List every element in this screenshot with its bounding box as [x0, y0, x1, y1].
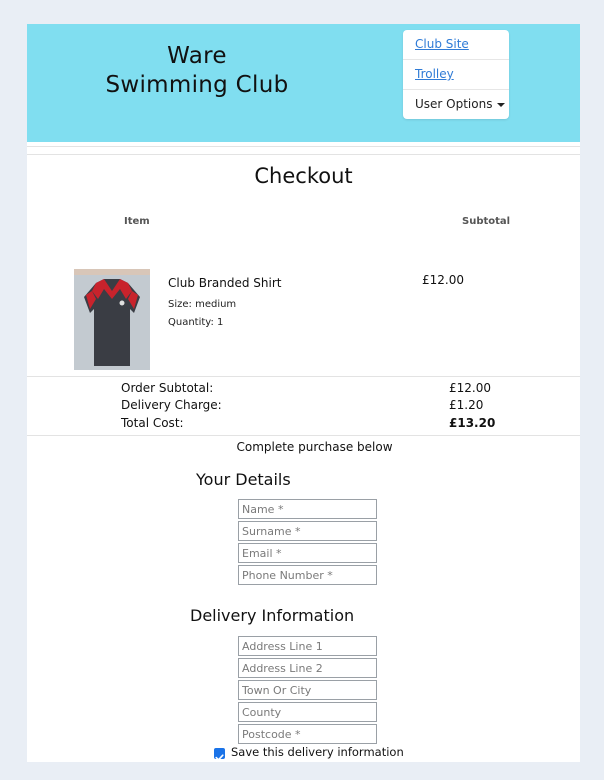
order-subtotal-value: £12.00	[449, 381, 491, 395]
delivery-charge-label: Delivery Charge:	[121, 398, 222, 412]
delivery-charge-value: £1.20	[449, 398, 484, 412]
nav-item-trolley: Trolley	[403, 60, 509, 90]
nav-menu: Club Site Trolley User Options	[403, 30, 509, 119]
surname-field[interactable]	[238, 521, 377, 541]
page-container: Ware Swimming Club Club Site Trolley Use…	[27, 24, 580, 762]
product-quantity: Quantity: 1	[168, 317, 224, 328]
brand-logo[interactable]: Ware Swimming Club	[102, 42, 292, 100]
page-title: Checkout	[254, 164, 353, 188]
email-field[interactable]	[238, 543, 377, 563]
town-or-city-field[interactable]	[238, 680, 377, 700]
brand-line-2: Swimming Club	[105, 72, 289, 98]
site-header: Ware Swimming Club Club Site Trolley Use…	[27, 24, 580, 142]
name-field[interactable]	[238, 499, 377, 519]
divider	[27, 146, 580, 147]
save-delivery-checkbox[interactable]	[214, 748, 225, 761]
product-size: Size: medium	[168, 299, 237, 310]
divider	[27, 376, 580, 377]
trolley-link[interactable]: Trolley	[415, 67, 454, 81]
total-cost-label: Total Cost:	[121, 416, 184, 430]
order-subtotal-label: Order Subtotal:	[121, 381, 214, 395]
column-header-subtotal: Subtotal	[462, 216, 511, 227]
column-header-item: Item	[124, 216, 150, 227]
user-options-dropdown[interactable]: User Options	[403, 90, 509, 119]
your-details-heading: Your Details	[196, 470, 291, 489]
address-line-1-field[interactable]	[238, 636, 377, 656]
user-options-label: User Options	[415, 97, 493, 111]
product-name: Club Branded Shirt	[168, 276, 282, 290]
product-image	[74, 269, 150, 370]
shirt-image	[74, 269, 150, 370]
check-icon	[215, 754, 224, 761]
divider	[27, 154, 580, 155]
nav-item-club-site: Club Site	[403, 30, 509, 60]
address-line-2-field[interactable]	[238, 658, 377, 678]
brand-line-1: Ware	[167, 43, 227, 69]
phone-number-field[interactable]	[238, 565, 377, 585]
club-site-link[interactable]: Club Site	[415, 37, 469, 51]
caret-down-icon	[497, 102, 506, 107]
product-price: £12.00	[422, 273, 464, 287]
delivery-information-heading: Delivery Information	[190, 606, 355, 625]
total-cost-value: £13.20	[449, 416, 496, 430]
complete-purchase-text: Complete purchase below	[236, 440, 393, 454]
postcode-field[interactable]	[238, 724, 377, 744]
save-delivery-label[interactable]: Save this delivery information	[231, 745, 404, 759]
divider	[27, 435, 580, 436]
county-field[interactable]	[238, 702, 377, 722]
